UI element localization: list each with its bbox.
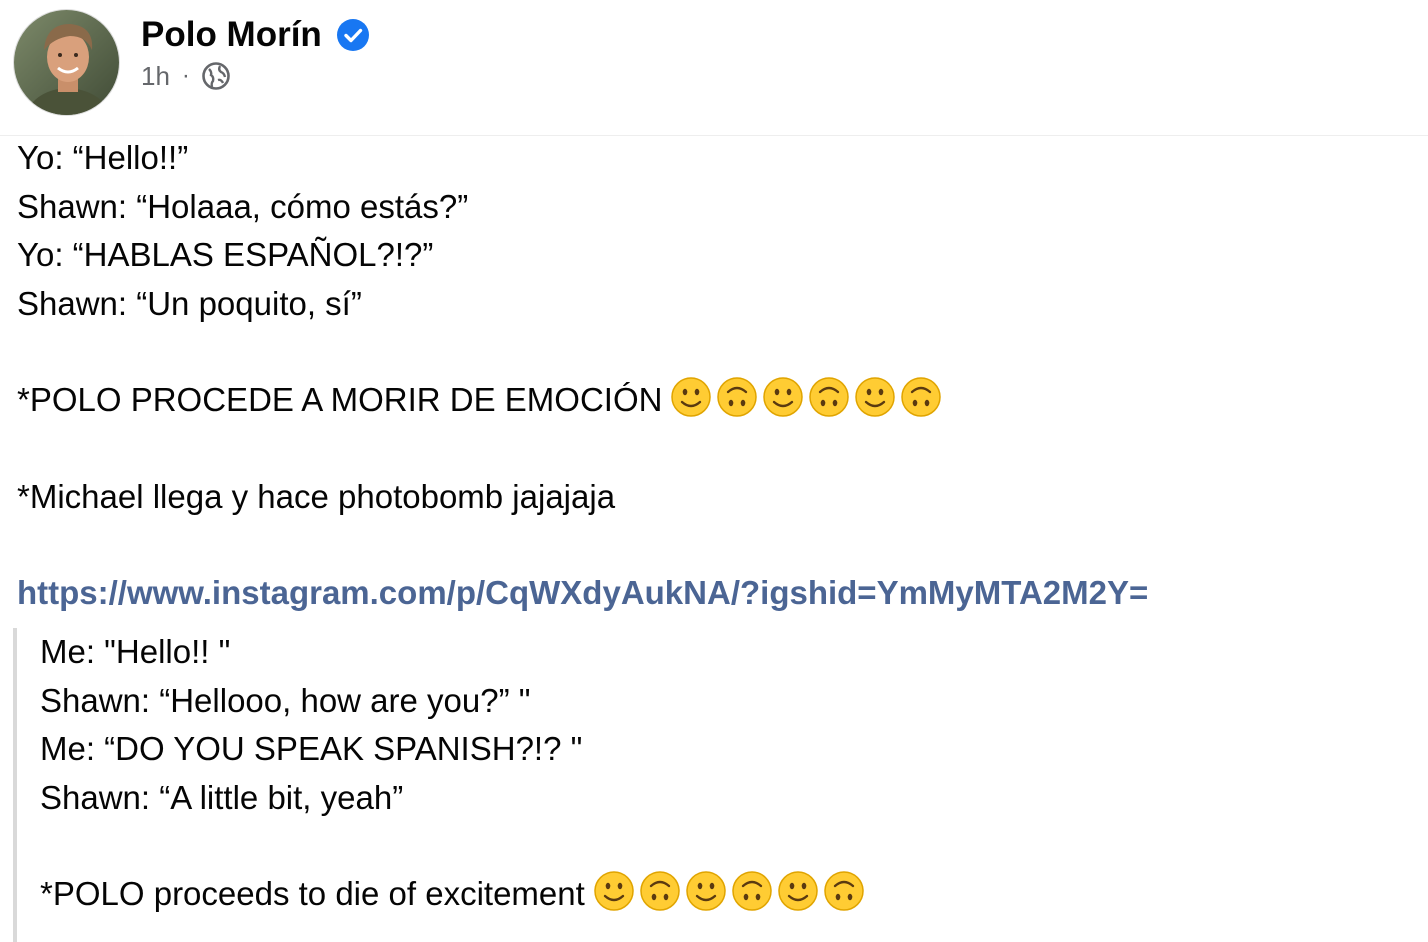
post-line: *Michael llega y hace photobomb jajajaja	[17, 477, 616, 515]
upside-down-face-emoji-icon	[732, 871, 772, 911]
slightly-smiling-face-emoji-icon	[763, 377, 804, 417]
translation-quote-block: Me: "Hello!! " Shawn: “Hellooo, how are …	[13, 628, 1417, 942]
post-timestamp[interactable]: 1h	[141, 59, 170, 93]
upside-down-face-emoji-icon	[640, 871, 680, 911]
quote-line-text: *POLO proceeds to die of excitement	[40, 875, 585, 912]
slightly-smiling-face-emoji-icon	[855, 377, 896, 417]
slightly-smiling-face-emoji-icon	[594, 871, 634, 911]
instagram-link[interactable]: https://www.instagram.com/p/CqWXdyAukNA/…	[17, 569, 1417, 617]
post-page: Polo Morín 1h · Yo: “Hello!!” Shawn: “Ho…	[0, 0, 1428, 942]
author-avatar[interactable]	[13, 9, 120, 116]
avatar-photo	[14, 10, 119, 115]
post-line-text: *POLO PROCEDE A MORIR DE EMOCIÓN	[17, 381, 663, 418]
post-line-with-emojis: *POLO PROCEDE A MORIR DE EMOCIÓN	[17, 376, 1417, 425]
post-line: Yo: “Hello!!”	[17, 139, 189, 176]
quote-line: Shawn: “A little bit, yeah”	[40, 778, 404, 816]
slightly-smiling-face-emoji-icon	[778, 871, 818, 911]
author-name[interactable]: Polo Morín	[141, 12, 322, 58]
slightly-smiling-face-emoji-icon	[671, 377, 712, 417]
upside-down-face-emoji-icon	[717, 377, 758, 417]
emoji-row	[593, 870, 869, 912]
quote-line: Me: “DO YOU SPEAK SPANISH?!? "	[40, 730, 583, 767]
quote-line-with-emojis: *POLO proceeds to die of excitement	[40, 870, 869, 919]
post-meta: 1h ·	[141, 59, 231, 93]
quote-text: Me: "Hello!! " Shawn: “Hellooo, how are …	[40, 628, 869, 919]
quote-line: Me: "Hello!! "	[40, 633, 231, 670]
post-line: Yo: “HABLAS ESPAÑOL?!?”	[17, 236, 434, 273]
verified-badge-icon	[336, 19, 369, 51]
upside-down-face-emoji-icon	[824, 871, 864, 911]
emoji-row	[670, 376, 946, 418]
upside-down-face-emoji-icon	[901, 377, 942, 417]
slightly-smiling-face-emoji-icon	[686, 871, 726, 911]
meta-separator: ·	[181, 62, 190, 89]
post-header: Polo Morín 1h ·	[0, 0, 1428, 136]
post-line: Shawn: “Holaaa, cómo estás?”	[17, 187, 469, 225]
upside-down-face-emoji-icon	[809, 377, 850, 417]
globe-icon[interactable]	[201, 61, 231, 91]
quote-line: Shawn: “Hellooo, how are you?” "	[40, 681, 531, 719]
post-text: Yo: “Hello!!” Shawn: “Holaaa, cómo estás…	[17, 134, 1417, 617]
author-name-row: Polo Morín	[141, 12, 370, 58]
post-line: Shawn: “Un poquito, sí”	[17, 284, 362, 322]
